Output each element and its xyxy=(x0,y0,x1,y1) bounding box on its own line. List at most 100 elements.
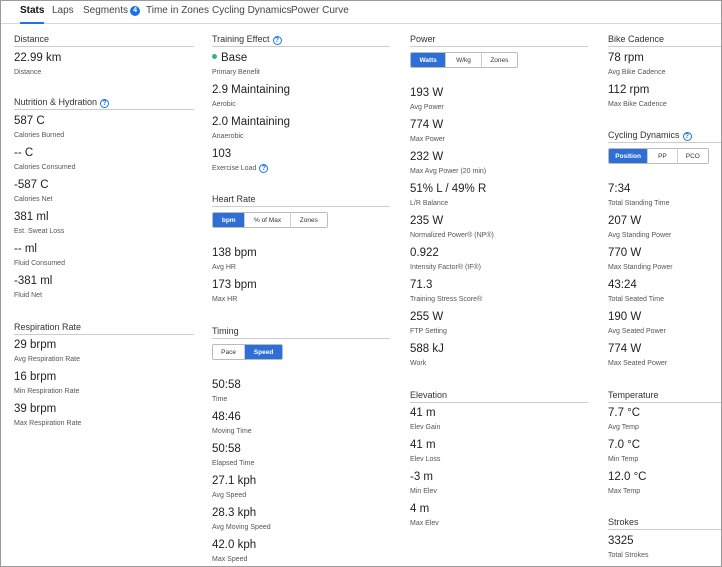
stat-avg-power: 193 W Avg Power xyxy=(410,87,444,112)
divider xyxy=(410,402,588,403)
stat-value: 2.9 Maintaining xyxy=(212,84,290,96)
heart-rate-unit-toggle: bpm % of Max Zones xyxy=(212,212,328,228)
help-icon[interactable]: ? xyxy=(259,164,269,173)
stat-max-hr: 173 bpm Max HR xyxy=(212,279,257,304)
toggle-zones[interactable]: Zones xyxy=(290,213,327,227)
stat-value: -- C xyxy=(14,147,34,159)
stat-label: Calories Burned xyxy=(14,132,65,139)
stat-lr-balance: 51% L / 49% R L/R Balance xyxy=(410,183,486,208)
temperature-title: Temperature xyxy=(608,390,659,400)
tab-laps[interactable]: Laps xyxy=(52,5,74,24)
stat-label: Elev Gain xyxy=(410,424,441,431)
divider xyxy=(14,46,194,47)
help-icon[interactable]: ? xyxy=(272,36,282,45)
stat-avg-moving-speed: 28.3 kph Avg Moving Speed xyxy=(212,507,271,532)
stat-label: Work xyxy=(410,360,427,367)
divider xyxy=(212,338,390,339)
stat-avg-temp: 7.7 °C Avg Temp xyxy=(608,407,640,432)
tab-bar: Stats Laps Segments 4 Time in Zones Cycli… xyxy=(1,1,721,24)
stat-label: Normalized Power® (NP®) xyxy=(410,232,494,239)
stat-value: 7:34 xyxy=(608,183,631,195)
stat-avg-seated-power: 190 W Avg Seated Power xyxy=(608,311,666,336)
toggle-zones[interactable]: Zones xyxy=(481,53,517,67)
stat-label: Distance xyxy=(14,69,42,76)
stat-value: 232 W xyxy=(410,151,444,163)
stat-label: Min Temp xyxy=(608,456,639,463)
stat-aerobic: 2.9 Maintaining Aerobic xyxy=(212,84,290,109)
stat-max-elev: 4 m Max Elev xyxy=(410,503,439,528)
stat-label: Avg Respiration Rate xyxy=(14,356,81,363)
heart-rate-title: Heart Rate xyxy=(212,194,256,204)
stat-value: 29 brpm xyxy=(14,339,57,351)
stat-elev-gain: 41 m Elev Gain xyxy=(410,407,440,432)
stat-max-seated-power: 774 W Max Seated Power xyxy=(608,343,667,368)
stat-value: 190 W xyxy=(608,311,642,323)
stat-value: 770 W xyxy=(608,247,642,259)
stat-calories-consumed: -- C Calories Consumed xyxy=(14,147,75,172)
stat-label: Aerobic xyxy=(212,101,236,108)
stat-fluid-net: -381 ml Fluid Net xyxy=(14,275,52,300)
stat-avg-speed: 27.1 kph Avg Speed xyxy=(212,475,256,500)
stat-label: Max Standing Power xyxy=(608,264,673,271)
stat-max-avg-power-20min: 232 W Max Avg Power (20 min) xyxy=(410,151,486,176)
toggle-bpm[interactable]: bpm xyxy=(213,213,246,227)
toggle-pco[interactable]: PCO xyxy=(677,149,708,163)
stat-value: -381 ml xyxy=(14,275,53,287)
stat-value: 588 kJ xyxy=(410,343,444,355)
stat-elev-loss: 41 m Elev Loss xyxy=(410,439,440,464)
stat-value: 39 brpm xyxy=(14,403,57,415)
toggle-watts-per-kg[interactable]: W/kg xyxy=(446,53,482,67)
stat-label: Total Standing Time xyxy=(608,200,670,207)
stat-value: 51% L / 49% R xyxy=(410,183,487,195)
stat-intensity-factor: 0.922 Intensity Factor® (IF®) xyxy=(410,247,481,272)
stat-max-power: 774 W Max Power xyxy=(410,119,445,144)
stat-value: 16 brpm xyxy=(14,371,57,383)
stat-min-elev: -3 m Min Elev xyxy=(410,471,437,496)
stat-label: FTP Setting xyxy=(410,328,447,335)
elevation-title: Elevation xyxy=(410,390,448,400)
tab-power-curve[interactable]: Power Curve xyxy=(291,5,349,24)
divider xyxy=(212,46,390,47)
tab-segments[interactable]: Segments 4 xyxy=(83,5,141,24)
power-title: Power xyxy=(410,34,436,44)
stat-label: Fluid Consumed xyxy=(14,260,65,267)
toggle-pace[interactable]: Pace xyxy=(213,345,246,359)
stat-label: Elev Loss xyxy=(410,456,441,463)
stat-max-temp: 12.0 °C Max Temp xyxy=(608,471,646,496)
stat-max-bike-cadence: 112 rpm Max Bike Cadence xyxy=(608,84,667,109)
stat-max-speed: 42.0 kph Max Speed xyxy=(212,539,256,564)
stat-training-stress-score: 71.3 Training Stress Score® xyxy=(410,279,482,304)
tab-time-in-zones[interactable]: Time in Zones xyxy=(146,5,209,24)
stat-value: 774 W xyxy=(410,119,444,131)
stat-ftp-setting: 255 W FTP Setting xyxy=(410,311,447,336)
divider xyxy=(608,142,721,143)
toggle-speed[interactable]: Speed xyxy=(245,345,282,359)
toggle-percent-max[interactable]: % of Max xyxy=(245,213,291,227)
stat-value: 4 m xyxy=(410,503,430,515)
stat-label: Max Avg Power (20 min) xyxy=(410,168,487,175)
stat-min-respiration: 16 brpm Min Respiration Rate xyxy=(14,371,79,396)
toggle-pp[interactable]: PP xyxy=(648,149,678,163)
nutrition-title: Nutrition & Hydration? xyxy=(14,97,110,108)
stat-elapsed-time: 50:58 Elapsed Time xyxy=(212,443,254,468)
stat-primary-benefit: Base Primary Benefit xyxy=(212,52,260,77)
stat-value: 138 bpm xyxy=(212,247,257,259)
stat-label: Calories Net xyxy=(14,196,53,203)
stat-value: 774 W xyxy=(608,343,642,355)
stat-value: 50:58 xyxy=(212,379,241,391)
stat-value: 2.0 Maintaining xyxy=(212,116,290,128)
stat-value: 28.3 kph xyxy=(212,507,257,519)
help-icon[interactable]: ? xyxy=(682,132,692,141)
respiration-title: Respiration Rate xyxy=(14,322,82,332)
stat-label: Min Elev xyxy=(410,488,437,495)
help-icon[interactable]: ? xyxy=(100,99,110,108)
stat-exercise-load: 103 Exercise Load? xyxy=(212,148,269,173)
tab-cycling-dynamics[interactable]: Cycling Dynamics xyxy=(212,5,291,24)
tab-stats[interactable]: Stats xyxy=(20,5,45,24)
divider xyxy=(14,334,194,335)
stat-calories-burned: 587 C Calories Burned xyxy=(14,115,64,140)
stat-label: Anaerobic xyxy=(212,133,244,140)
toggle-position[interactable]: Position xyxy=(609,149,649,163)
toggle-watts[interactable]: Watts xyxy=(411,53,447,67)
stat-distance: 22.99 km Distance xyxy=(14,52,61,77)
